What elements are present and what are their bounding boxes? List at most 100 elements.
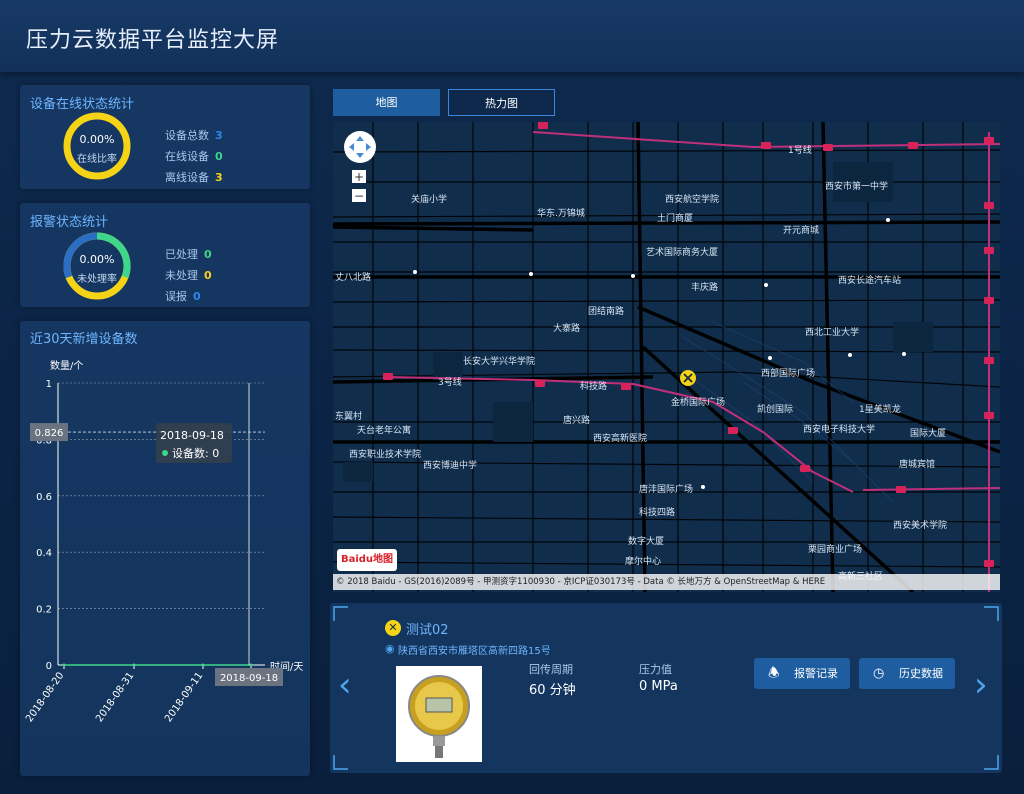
map-view[interactable]: + − 西安市第一中学 西安航空学院 土门商厦 华东.万锦城 关庙小学 开元商城… — [333, 122, 1000, 592]
stat-false-alarm: 误报 0 — [165, 290, 201, 303]
map-label: 3号线 — [438, 378, 462, 388]
map-label: 土门商厦 — [657, 214, 694, 224]
crosshair-y-label: 0.826 — [35, 428, 64, 439]
pressure-gauge-icon — [408, 675, 470, 758]
map-label: 凯创国际 — [757, 405, 794, 415]
y-tick-label: 0.6 — [36, 492, 52, 503]
period-label: 回传周期 — [529, 663, 573, 676]
map-copyright: © 2018 Baidu - GS(2016)2089号 - 甲测资字11009… — [333, 574, 1000, 590]
stat-handled: 已处理 0 — [165, 248, 212, 261]
clock-icon: ◷ — [873, 666, 885, 681]
y-tick-label: 1 — [46, 379, 52, 390]
y-tick-label: 0.2 — [36, 605, 52, 616]
map-label: 开元商城 — [783, 226, 820, 236]
alarm-bell-icon: 🕭 — [768, 666, 780, 681]
alarm-status-panel: 报警状态统计 0.00% 未处理率 已处理 0 未处理 0 误报 0 — [20, 203, 310, 307]
x-tick-label: 2018-08-20 — [24, 670, 66, 724]
map-label: 东翼村 — [335, 412, 363, 422]
tab-map[interactable]: 地图 — [333, 89, 440, 116]
map-label: 华东.万锦城 — [537, 209, 585, 219]
map-label: 西安高新医院 — [593, 434, 648, 444]
series-point — [62, 663, 66, 667]
device-info-panel: ‹ › ✕ 测试02 ◉ 陕西省西安市雁塔区高新四路15号 回传周期 60 分钟… — [330, 603, 1002, 773]
tab-heatmap[interactable]: 热力图 — [448, 89, 555, 116]
chart-tooltip-value: 设备数: 0 — [172, 446, 219, 460]
online-ratio-percent: 0.00% — [79, 133, 115, 146]
unhandled-ratio-label: 未处理率 — [77, 274, 117, 285]
crosshair-x-label: 2018-09-18 — [220, 673, 278, 684]
map-label: 西安电子科技大学 — [803, 425, 876, 435]
map-label: 团结南路 — [588, 307, 625, 317]
map-label: 唐沣国际广场 — [639, 485, 694, 495]
online-ratio-ring: 0.00% 在线比率 — [62, 111, 132, 181]
map-label: 天台老年公寓 — [357, 426, 412, 436]
map-label: 西安市第一中学 — [825, 182, 889, 192]
map-label: 西安博迪中学 — [423, 461, 478, 471]
map-label: 科技路 — [580, 382, 608, 392]
device-marker[interactable] — [680, 370, 696, 386]
svg-text:−: − — [354, 189, 364, 203]
baidu-map-logo: Baidu地图 — [337, 549, 397, 571]
map-label: 1星美凯龙 — [859, 405, 901, 415]
series-point — [249, 663, 253, 667]
unhandled-ratio-percent: 0.00% — [79, 253, 115, 266]
map-label: 丈八北路 — [335, 273, 372, 283]
chart-tooltip-date: 2018-09-18 — [160, 429, 224, 442]
pressure-label: 压力值 — [639, 663, 672, 676]
svg-text:+: + — [354, 170, 364, 184]
map-label: 西部国际广场 — [761, 369, 816, 379]
device-name[interactable]: 测试02 — [406, 619, 449, 638]
map-label: 西安美术学院 — [893, 521, 948, 531]
x-tick-label: 2018-08-31 — [94, 670, 136, 724]
map-label: 国际大厦 — [910, 429, 947, 439]
device-address: 陕西省西安市雁塔区高新四路15号 — [398, 646, 551, 657]
map-label: 西安航空学院 — [665, 195, 720, 205]
map-label: 科技四路 — [639, 508, 676, 518]
new-devices-panel: 近30天新增设备数 数量/个时间/天00.20.40.60.812018-08-… — [20, 321, 310, 776]
online-status-title: 设备在线状态统计 — [30, 97, 135, 112]
map-label: 唐兴路 — [563, 416, 591, 426]
unhandled-ratio-ring: 0.00% 未处理率 — [62, 231, 132, 301]
y-tick-label: 0.4 — [36, 548, 52, 559]
map-label: 数字大厦 — [628, 537, 665, 547]
stat-unhandled: 未处理 0 — [165, 269, 212, 282]
prev-device-arrow[interactable]: ‹ — [338, 665, 352, 705]
online-status-panel: 设备在线状态统计 0.00% 在线比率 设备总数 3 在线设备 0 离线设备 3 — [20, 85, 310, 189]
period-value: 60 分钟 — [529, 683, 576, 698]
header-bar: 压力云数据平台监控大屏 — [0, 0, 1024, 72]
next-device-arrow[interactable]: › — [974, 665, 988, 705]
location-pin-icon: ◉ — [385, 642, 395, 655]
map-label: 关庙小学 — [411, 195, 448, 205]
map-label: 西安长途汽车站 — [838, 276, 902, 286]
map-label: 大寨路 — [553, 324, 581, 334]
stat-online-devices: 在线设备 0 — [165, 150, 223, 163]
map-label: 西安职业技术学院 — [349, 450, 422, 460]
map-label: 1号线 — [788, 146, 812, 156]
map-label: 艺术国际商务大厦 — [646, 248, 719, 258]
alarm-status-title: 报警状态统计 — [30, 215, 109, 230]
online-ratio-label: 在线比率 — [77, 154, 117, 165]
map-label: 西北工业大学 — [805, 328, 860, 338]
alarm-ring-graphic — [63, 232, 131, 300]
y-tick-label: 0 — [46, 661, 52, 672]
map-label: 唐城宾馆 — [899, 460, 936, 470]
map-label: 长安大学兴华学院 — [463, 357, 536, 367]
new-devices-chart[interactable]: 数量/个时间/天00.20.40.60.812018-08-202018-08-… — [20, 321, 310, 776]
device-status-icon: ✕ — [385, 620, 401, 636]
device-photo — [396, 666, 482, 762]
online-ring-graphic — [63, 112, 131, 180]
y-axis-label: 数量/个 — [50, 359, 83, 372]
series-point — [201, 663, 205, 667]
stat-total-devices: 设备总数 3 — [165, 129, 223, 142]
map-label: 栗园商业广场 — [808, 545, 863, 555]
alarm-records-button[interactable]: 🕭 报警记录 — [754, 658, 850, 689]
chart-tooltip-dot — [162, 450, 168, 456]
pressure-value: 0 MPa — [639, 679, 678, 694]
x-tick-label: 2018-09-11 — [163, 670, 205, 724]
map-label: 摩尔中心 — [625, 557, 662, 567]
history-data-button[interactable]: ◷ 历史数据 — [859, 658, 955, 689]
stat-offline-devices: 离线设备 3 — [165, 171, 223, 184]
page-title: 压力云数据平台监控大屏 — [26, 28, 280, 53]
map-label: 丰庆路 — [691, 283, 719, 293]
map-label: 金桥国际广场 — [671, 398, 726, 408]
